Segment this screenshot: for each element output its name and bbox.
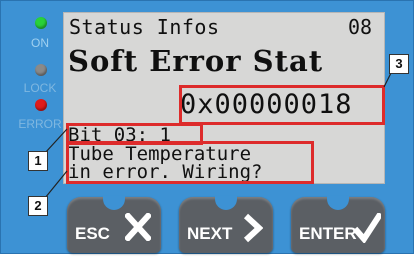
device-panel: ON LOCK ERROR Status Infos 08 Soft Error… bbox=[0, 0, 414, 254]
callout-3: 3 bbox=[389, 54, 409, 74]
button-notch bbox=[327, 196, 349, 210]
screenshot-frame: ON LOCK ERROR Status Infos 08 Soft Error… bbox=[0, 0, 415, 261]
button-notch bbox=[103, 196, 125, 210]
esc-button-label: ESC bbox=[75, 224, 110, 243]
button-notch bbox=[215, 196, 237, 210]
enter-button-label: ENTER bbox=[299, 224, 357, 243]
callout-1: 1 bbox=[28, 151, 48, 171]
x-icon bbox=[125, 213, 151, 241]
next-button-label: NEXT bbox=[187, 224, 233, 243]
chevron-right-icon bbox=[243, 213, 263, 243]
next-button[interactable]: NEXT bbox=[179, 196, 273, 253]
checkmark-icon bbox=[355, 213, 381, 243]
enter-button[interactable]: ENTER bbox=[291, 196, 385, 253]
callout-2: 2 bbox=[28, 196, 48, 216]
esc-button[interactable]: ESC bbox=[67, 196, 161, 253]
